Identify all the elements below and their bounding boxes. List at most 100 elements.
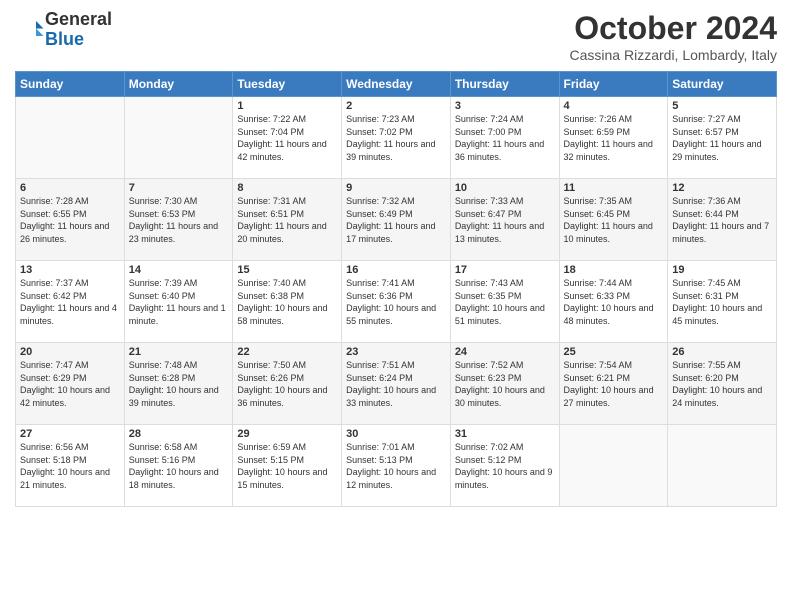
day-info: Sunrise: 7:47 AM Sunset: 6:29 PM Dayligh… xyxy=(20,359,120,409)
day-number: 1 xyxy=(237,100,337,112)
calendar-table: SundayMondayTuesdayWednesdayThursdayFrid… xyxy=(15,71,777,507)
calendar-cell: 26Sunrise: 7:55 AM Sunset: 6:20 PM Dayli… xyxy=(668,343,777,425)
day-number: 24 xyxy=(455,346,555,358)
day-number: 15 xyxy=(237,264,337,276)
day-info: Sunrise: 7:48 AM Sunset: 6:28 PM Dayligh… xyxy=(129,359,229,409)
day-number: 19 xyxy=(672,264,772,276)
calendar-cell: 21Sunrise: 7:48 AM Sunset: 6:28 PM Dayli… xyxy=(124,343,233,425)
calendar-cell: 17Sunrise: 7:43 AM Sunset: 6:35 PM Dayli… xyxy=(450,261,559,343)
logo-icon xyxy=(15,15,45,45)
logo: General Blue xyxy=(15,10,112,50)
calendar-cell: 7Sunrise: 7:30 AM Sunset: 6:53 PM Daylig… xyxy=(124,179,233,261)
calendar-cell: 25Sunrise: 7:54 AM Sunset: 6:21 PM Dayli… xyxy=(559,343,668,425)
day-info: Sunrise: 7:44 AM Sunset: 6:33 PM Dayligh… xyxy=(564,277,664,327)
week-row-3: 13Sunrise: 7:37 AM Sunset: 6:42 PM Dayli… xyxy=(16,261,777,343)
day-number: 5 xyxy=(672,100,772,112)
day-number: 17 xyxy=(455,264,555,276)
weekday-header-wednesday: Wednesday xyxy=(342,72,451,97)
page: General Blue October 2024 Cassina Rizzar… xyxy=(0,0,792,517)
weekday-header-friday: Friday xyxy=(559,72,668,97)
week-row-4: 20Sunrise: 7:47 AM Sunset: 6:29 PM Dayli… xyxy=(16,343,777,425)
day-number: 23 xyxy=(346,346,446,358)
calendar-cell: 28Sunrise: 6:58 AM Sunset: 5:16 PM Dayli… xyxy=(124,425,233,507)
day-info: Sunrise: 6:59 AM Sunset: 5:15 PM Dayligh… xyxy=(237,441,337,491)
day-number: 21 xyxy=(129,346,229,358)
calendar-cell: 2Sunrise: 7:23 AM Sunset: 7:02 PM Daylig… xyxy=(342,97,451,179)
day-info: Sunrise: 7:24 AM Sunset: 7:00 PM Dayligh… xyxy=(455,113,555,163)
day-info: Sunrise: 7:30 AM Sunset: 6:53 PM Dayligh… xyxy=(129,195,229,245)
day-number: 20 xyxy=(20,346,120,358)
weekday-header-thursday: Thursday xyxy=(450,72,559,97)
day-info: Sunrise: 7:28 AM Sunset: 6:55 PM Dayligh… xyxy=(20,195,120,245)
calendar-subtitle: Cassina Rizzardi, Lombardy, Italy xyxy=(570,47,777,63)
calendar-cell: 16Sunrise: 7:41 AM Sunset: 6:36 PM Dayli… xyxy=(342,261,451,343)
calendar-cell: 30Sunrise: 7:01 AM Sunset: 5:13 PM Dayli… xyxy=(342,425,451,507)
day-number: 11 xyxy=(564,182,664,194)
day-number: 7 xyxy=(129,182,229,194)
calendar-cell: 1Sunrise: 7:22 AM Sunset: 7:04 PM Daylig… xyxy=(233,97,342,179)
weekday-header-tuesday: Tuesday xyxy=(233,72,342,97)
day-number: 4 xyxy=(564,100,664,112)
logo-blue-text: Blue xyxy=(45,29,84,49)
day-info: Sunrise: 7:37 AM Sunset: 6:42 PM Dayligh… xyxy=(20,277,120,327)
day-info: Sunrise: 7:23 AM Sunset: 7:02 PM Dayligh… xyxy=(346,113,446,163)
day-info: Sunrise: 7:31 AM Sunset: 6:51 PM Dayligh… xyxy=(237,195,337,245)
weekday-header-saturday: Saturday xyxy=(668,72,777,97)
day-info: Sunrise: 6:56 AM Sunset: 5:18 PM Dayligh… xyxy=(20,441,120,491)
day-info: Sunrise: 7:01 AM Sunset: 5:13 PM Dayligh… xyxy=(346,441,446,491)
day-info: Sunrise: 7:54 AM Sunset: 6:21 PM Dayligh… xyxy=(564,359,664,409)
calendar-cell xyxy=(16,97,125,179)
calendar-cell: 10Sunrise: 7:33 AM Sunset: 6:47 PM Dayli… xyxy=(450,179,559,261)
calendar-cell: 13Sunrise: 7:37 AM Sunset: 6:42 PM Dayli… xyxy=(16,261,125,343)
day-number: 6 xyxy=(20,182,120,194)
day-number: 13 xyxy=(20,264,120,276)
day-number: 16 xyxy=(346,264,446,276)
calendar-cell: 11Sunrise: 7:35 AM Sunset: 6:45 PM Dayli… xyxy=(559,179,668,261)
calendar-cell: 31Sunrise: 7:02 AM Sunset: 5:12 PM Dayli… xyxy=(450,425,559,507)
day-info: Sunrise: 7:51 AM Sunset: 6:24 PM Dayligh… xyxy=(346,359,446,409)
day-info: Sunrise: 7:27 AM Sunset: 6:57 PM Dayligh… xyxy=(672,113,772,163)
calendar-cell xyxy=(559,425,668,507)
calendar-cell: 27Sunrise: 6:56 AM Sunset: 5:18 PM Dayli… xyxy=(16,425,125,507)
day-number: 9 xyxy=(346,182,446,194)
calendar-cell: 15Sunrise: 7:40 AM Sunset: 6:38 PM Dayli… xyxy=(233,261,342,343)
logo-general-text: General xyxy=(45,9,112,29)
day-info: Sunrise: 7:50 AM Sunset: 6:26 PM Dayligh… xyxy=(237,359,337,409)
calendar-cell: 23Sunrise: 7:51 AM Sunset: 6:24 PM Dayli… xyxy=(342,343,451,425)
calendar-cell: 24Sunrise: 7:52 AM Sunset: 6:23 PM Dayli… xyxy=(450,343,559,425)
day-number: 29 xyxy=(237,428,337,440)
week-row-5: 27Sunrise: 6:56 AM Sunset: 5:18 PM Dayli… xyxy=(16,425,777,507)
title-area: October 2024 Cassina Rizzardi, Lombardy,… xyxy=(570,10,777,63)
calendar-cell: 12Sunrise: 7:36 AM Sunset: 6:44 PM Dayli… xyxy=(668,179,777,261)
calendar-cell: 4Sunrise: 7:26 AM Sunset: 6:59 PM Daylig… xyxy=(559,97,668,179)
day-number: 27 xyxy=(20,428,120,440)
weekday-header-sunday: Sunday xyxy=(16,72,125,97)
day-info: Sunrise: 7:22 AM Sunset: 7:04 PM Dayligh… xyxy=(237,113,337,163)
day-info: Sunrise: 7:26 AM Sunset: 6:59 PM Dayligh… xyxy=(564,113,664,163)
day-info: Sunrise: 7:52 AM Sunset: 6:23 PM Dayligh… xyxy=(455,359,555,409)
calendar-cell: 8Sunrise: 7:31 AM Sunset: 6:51 PM Daylig… xyxy=(233,179,342,261)
calendar-cell xyxy=(124,97,233,179)
day-info: Sunrise: 7:45 AM Sunset: 6:31 PM Dayligh… xyxy=(672,277,772,327)
calendar-cell: 5Sunrise: 7:27 AM Sunset: 6:57 PM Daylig… xyxy=(668,97,777,179)
calendar-cell xyxy=(668,425,777,507)
weekday-header-row: SundayMondayTuesdayWednesdayThursdayFrid… xyxy=(16,72,777,97)
calendar-cell: 9Sunrise: 7:32 AM Sunset: 6:49 PM Daylig… xyxy=(342,179,451,261)
day-number: 12 xyxy=(672,182,772,194)
calendar-cell: 18Sunrise: 7:44 AM Sunset: 6:33 PM Dayli… xyxy=(559,261,668,343)
calendar-title: October 2024 xyxy=(570,10,777,47)
day-info: Sunrise: 7:33 AM Sunset: 6:47 PM Dayligh… xyxy=(455,195,555,245)
day-number: 25 xyxy=(564,346,664,358)
header: General Blue October 2024 Cassina Rizzar… xyxy=(15,10,777,63)
day-number: 26 xyxy=(672,346,772,358)
calendar-cell: 6Sunrise: 7:28 AM Sunset: 6:55 PM Daylig… xyxy=(16,179,125,261)
calendar-cell: 22Sunrise: 7:50 AM Sunset: 6:26 PM Dayli… xyxy=(233,343,342,425)
calendar-cell: 14Sunrise: 7:39 AM Sunset: 6:40 PM Dayli… xyxy=(124,261,233,343)
day-number: 10 xyxy=(455,182,555,194)
day-number: 2 xyxy=(346,100,446,112)
week-row-1: 1Sunrise: 7:22 AM Sunset: 7:04 PM Daylig… xyxy=(16,97,777,179)
day-info: Sunrise: 7:43 AM Sunset: 6:35 PM Dayligh… xyxy=(455,277,555,327)
day-number: 31 xyxy=(455,428,555,440)
calendar-cell: 20Sunrise: 7:47 AM Sunset: 6:29 PM Dayli… xyxy=(16,343,125,425)
day-info: Sunrise: 7:39 AM Sunset: 6:40 PM Dayligh… xyxy=(129,277,229,327)
